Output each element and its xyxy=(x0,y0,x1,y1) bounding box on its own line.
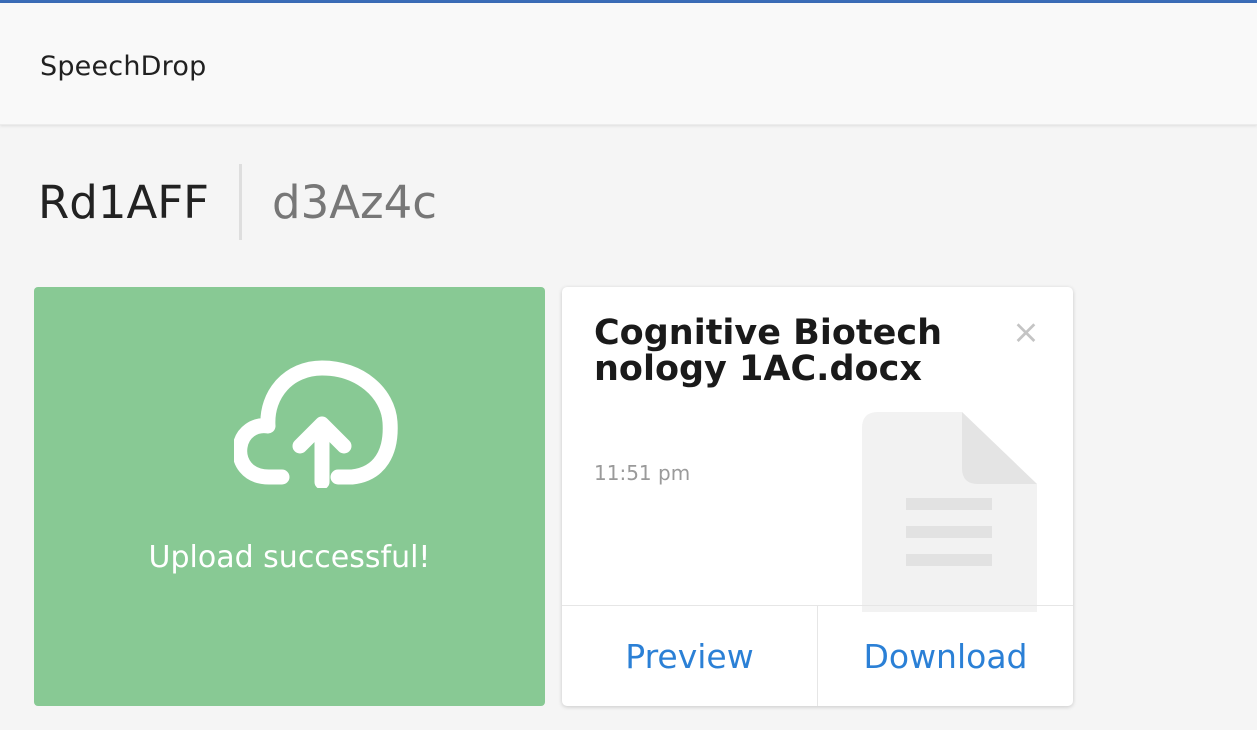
cloud-upload-icon xyxy=(234,360,398,488)
file-timestamp: 11:51 pm xyxy=(594,461,691,485)
brand-title[interactable]: SpeechDrop xyxy=(40,51,206,82)
download-button[interactable]: Download xyxy=(817,606,1073,706)
document-icon xyxy=(862,412,1037,612)
room-name: Rd1AFF xyxy=(38,175,210,229)
file-actions: Preview Download xyxy=(562,605,1073,706)
navbar: SpeechDrop xyxy=(0,3,1257,125)
upload-dropzone[interactable]: Upload successful! xyxy=(34,287,545,706)
room-divider xyxy=(239,164,243,240)
room-code: d3Az4c xyxy=(272,175,437,229)
room-header: Rd1AFF d3Az4c xyxy=(38,163,437,241)
file-card: Cognitive Biotechnology 1AC.docx × 11:51… xyxy=(562,287,1073,706)
remove-file-icon[interactable]: × xyxy=(1009,315,1043,349)
preview-button[interactable]: Preview xyxy=(562,606,817,706)
file-name: Cognitive Biotechnology 1AC.docx xyxy=(594,313,943,389)
upload-status-text: Upload successful! xyxy=(148,540,431,575)
